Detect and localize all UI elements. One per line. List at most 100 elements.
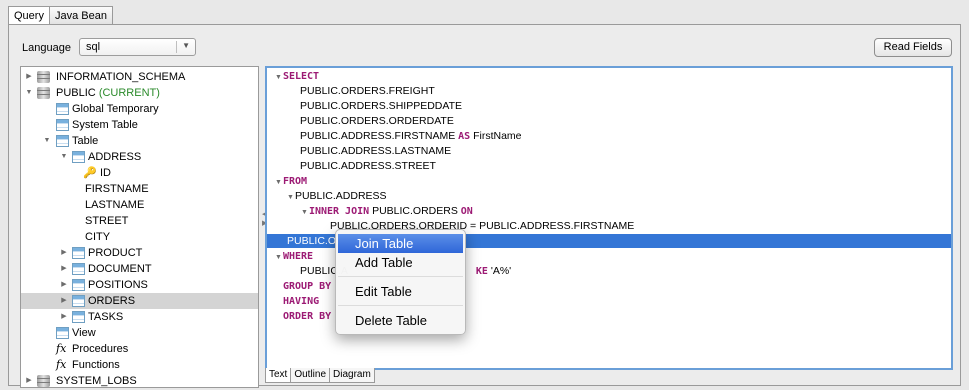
sql-line: ▼SELECT [267, 69, 951, 83]
sql-alias: FirstName [473, 130, 522, 142]
read-fields-button[interactable]: Read Fields [874, 38, 952, 57]
tree-item-tasks[interactable]: ▶ TASKS [21, 309, 258, 325]
menu-item-add-table[interactable]: Add Table [338, 253, 463, 272]
tab-text[interactable]: Text [265, 368, 292, 383]
expand-right-icon[interactable]: ▶ [59, 293, 69, 309]
tree-item-column-id[interactable]: 🔑 ID [21, 165, 258, 181]
sql-keyword: WHERE [282, 251, 314, 262]
database-icon [37, 87, 50, 99]
tab-diagram[interactable]: Diagram [329, 368, 375, 383]
table-icon [56, 103, 69, 115]
expand-right-icon[interactable]: ▶ [24, 69, 34, 85]
table-icon [56, 327, 69, 339]
tree-label: PRODUCT [88, 247, 143, 259]
tree-item-public[interactable]: ▼ PUBLIC (CURRENT) [21, 85, 258, 101]
tree-item-column-street[interactable]: STREET [21, 213, 258, 229]
tree-label: Global Temporary [72, 103, 159, 115]
sql-keyword: KE [475, 266, 488, 277]
tree-item-orders[interactable]: ▶ ORDERS [21, 293, 258, 309]
table-icon [72, 311, 85, 323]
tree-item-system-table[interactable]: System Table [21, 117, 258, 133]
sql-table: PUBLIC.ORDERS [372, 205, 458, 217]
menu-item-delete-table[interactable]: Delete Table [338, 311, 463, 330]
tree-item-global-temporary[interactable]: Global Temporary [21, 101, 258, 117]
tree-label: Procedures [72, 343, 129, 355]
editor-view-tabs: Text Outline Diagram [265, 368, 375, 384]
tree-label: CITY [85, 231, 111, 243]
tree-label: LASTNAME [85, 199, 145, 211]
expand-down-icon[interactable]: ▼ [42, 133, 52, 149]
fold-toggle-icon[interactable]: ▼ [275, 254, 282, 261]
sql-keyword: SELECT [282, 71, 320, 82]
table-icon [56, 119, 69, 131]
table-icon [72, 295, 85, 307]
tree-label: PUBLIC (CURRENT) [56, 85, 160, 101]
function-icon: fx [56, 358, 67, 371]
tree-item-column-firstname[interactable]: FIRSTNAME [21, 181, 258, 197]
sql-keyword: GROUP BY [283, 281, 332, 292]
tree-label: ADDRESS [88, 151, 142, 163]
sql-keyword: ON [460, 206, 473, 217]
sql-line: PUBLIC.ORDERS.SHIPPEDDATE [300, 100, 463, 112]
sql-line: PUBLIC.ORDERS.ORDERDATE [300, 115, 454, 127]
language-select[interactable]: sql ▼ [79, 38, 196, 56]
schema-tree[interactable]: ▶ INFORMATION_SCHEMA ▼ PUBLIC (CURRENT) … [20, 66, 259, 388]
sql-field: PUBLIC.ADDRESS.FIRSTNAME [300, 130, 456, 142]
tree-item-view[interactable]: View [21, 325, 258, 341]
tree-label: POSITIONS [88, 279, 148, 291]
language-value: sql [86, 41, 101, 53]
sql-keyword: ORDER BY [283, 311, 332, 322]
query-panel: Language sql ▼ Read Fields ▶ INFORMATION… [8, 24, 961, 388]
database-icon [37, 375, 50, 387]
expand-down-icon[interactable]: ▼ [59, 149, 69, 165]
top-tab-bar: Query Java Bean [8, 6, 113, 24]
tree-item-product[interactable]: ▶ PRODUCT [21, 245, 258, 261]
database-icon [37, 71, 50, 83]
expand-right-icon[interactable]: ▶ [59, 245, 69, 261]
expand-right-icon[interactable]: ▶ [59, 277, 69, 293]
tree-label: Functions [72, 359, 120, 371]
expand-right-icon[interactable]: ▶ [59, 309, 69, 325]
sql-line: PUBLIC.ADDRESS.FIRSTNAME AS FirstName [267, 129, 951, 143]
select-divider [176, 41, 177, 53]
menu-item-join-table[interactable]: Join Table [338, 234, 463, 253]
schema-name: PUBLIC [56, 87, 96, 99]
key-icon: 🔑 [83, 167, 97, 179]
tree-item-address[interactable]: ▼ ADDRESS [21, 149, 258, 165]
table-icon [72, 263, 85, 275]
current-badge: (CURRENT) [98, 87, 160, 99]
expand-down-icon[interactable]: ▼ [24, 85, 34, 101]
tab-query[interactable]: Query [8, 6, 50, 24]
tree-item-column-lastname[interactable]: LASTNAME [21, 197, 258, 213]
fold-toggle-icon[interactable]: ▼ [287, 194, 294, 201]
tab-java-bean[interactable]: Java Bean [48, 6, 113, 24]
tree-item-document[interactable]: ▶ DOCUMENT [21, 261, 258, 277]
tree-item-positions[interactable]: ▶ POSITIONS [21, 277, 258, 293]
tree-item-information-schema[interactable]: ▶ INFORMATION_SCHEMA [21, 69, 258, 85]
tree-label: ID [100, 167, 111, 179]
tree-item-column-city[interactable]: CITY [21, 229, 258, 245]
tree-label: System Table [72, 119, 138, 131]
fold-toggle-icon[interactable]: ▼ [275, 74, 282, 81]
sql-keyword: FROM [282, 176, 308, 187]
tree-label: STREET [85, 215, 129, 227]
fold-toggle-icon[interactable]: ▼ [275, 179, 282, 186]
tree-label: SYSTEM_LOBS [56, 375, 137, 387]
tree-item-table[interactable]: ▼ Table [21, 133, 258, 149]
tree-item-functions[interactable]: fx Functions [21, 357, 258, 373]
expand-right-icon[interactable]: ▶ [59, 261, 69, 277]
tree-label: DOCUMENT [88, 263, 152, 275]
chevron-down-icon: ▼ [182, 41, 190, 50]
sql-line: PUBLIC.ADDRESS.STREET [300, 160, 436, 172]
tree-label: FIRSTNAME [85, 183, 149, 195]
menu-separator [338, 305, 463, 306]
language-label: Language [22, 42, 71, 54]
tab-outline[interactable]: Outline [290, 368, 331, 383]
tree-item-system-lobs[interactable]: ▶ SYSTEM_LOBS [21, 373, 258, 387]
menu-item-edit-table[interactable]: Edit Table [338, 282, 463, 301]
expand-right-icon[interactable]: ▶ [24, 373, 34, 387]
tree-item-procedures[interactable]: fx Procedures [21, 341, 258, 357]
sql-line: PUBLIC.ADDRESS.LASTNAME [300, 145, 452, 157]
function-icon: fx [56, 342, 67, 355]
fold-toggle-icon[interactable]: ▼ [301, 209, 308, 216]
